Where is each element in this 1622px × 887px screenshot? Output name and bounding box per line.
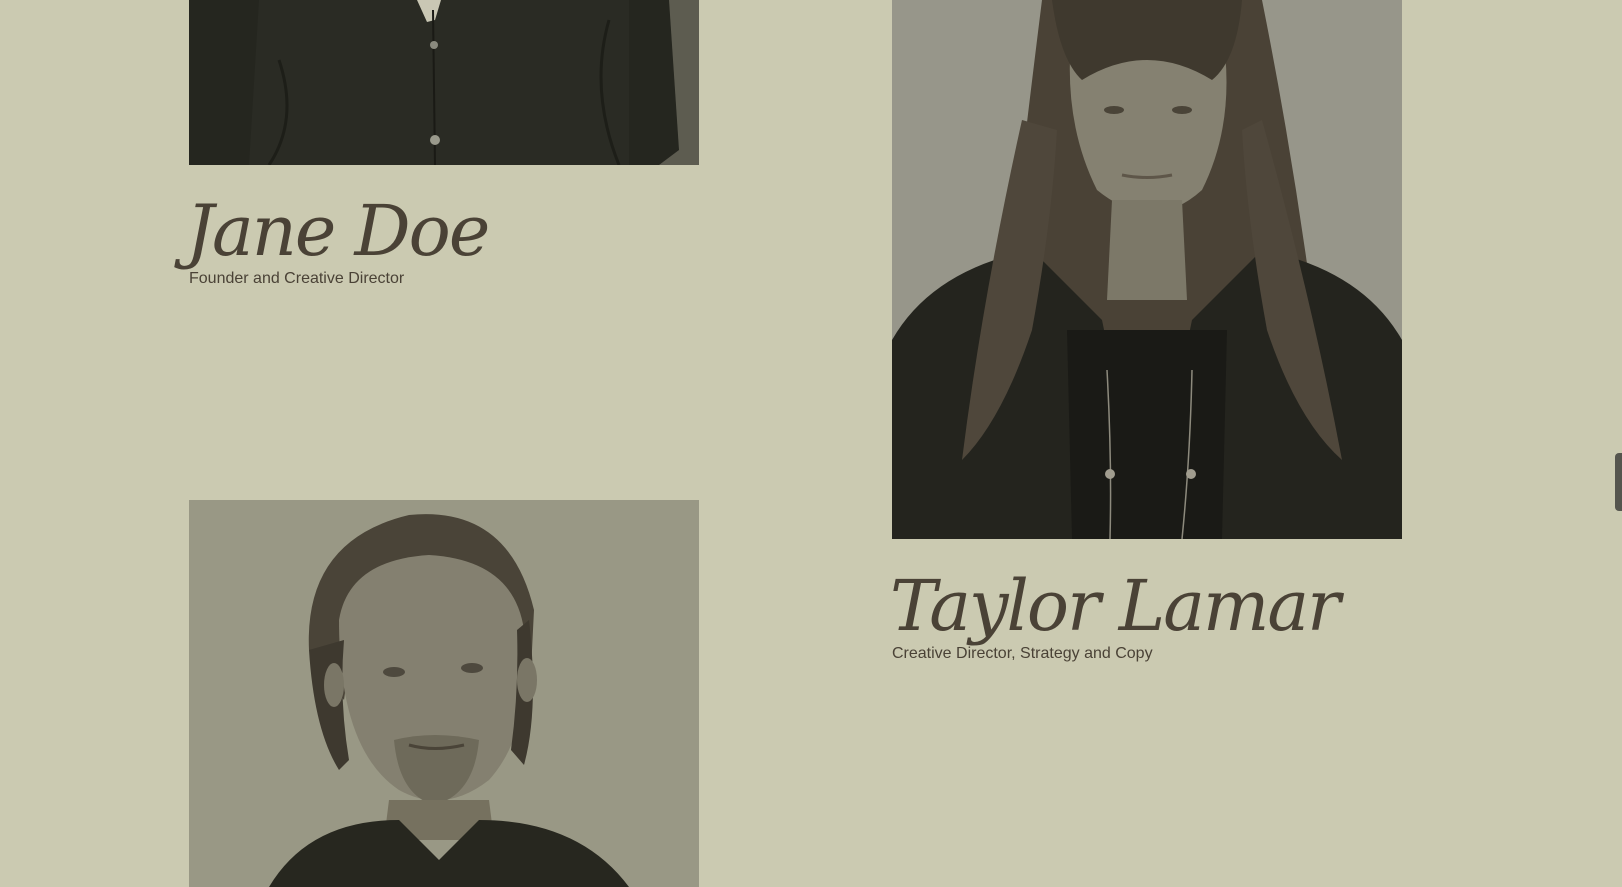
team-member-role: Founder and Creative Director — [189, 270, 405, 287]
team-member-photo-third — [189, 500, 699, 887]
team-member-name: Jane Doe — [186, 190, 490, 272]
portrait-photo-icon — [892, 0, 1402, 539]
portrait-photo-icon — [189, 500, 699, 887]
team-member-photo-jane — [189, 0, 699, 165]
scrollbar-thumb[interactable] — [1615, 453, 1622, 511]
team-member-role: Creative Director, Strategy and Copy — [892, 645, 1153, 662]
portrait-photo-icon — [189, 0, 699, 165]
team-member-photo-taylor — [892, 0, 1402, 539]
team-member-name: Taylor Lamar — [890, 565, 1341, 647]
